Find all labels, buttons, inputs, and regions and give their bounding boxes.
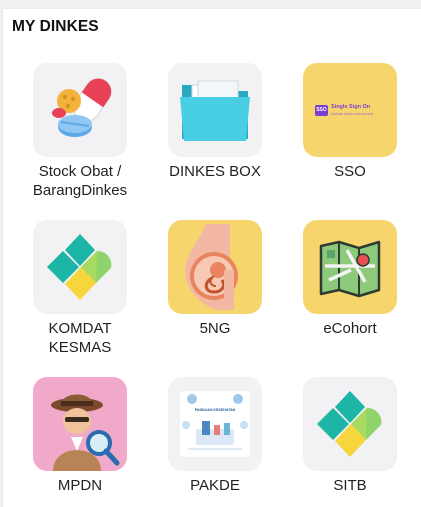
app-label: eCohort: [323, 320, 377, 337]
pakde-heading: PANDUAN KESEHATAN: [194, 408, 236, 412]
app-tile-sso[interactable]: SSO Single Sign On Aplikasi dalam satu t…: [287, 63, 413, 181]
section-title: MY DINKES: [12, 18, 99, 35]
app-label: Stock Obat / BarangDinkes: [32, 163, 128, 199]
detective-icon: [33, 377, 127, 471]
app-label: KOMDAT KESMAS: [48, 320, 112, 356]
app-tile-ecohort[interactable]: eCohort: [287, 220, 413, 338]
app-label: SITB: [333, 477, 367, 494]
app-tile-mpdn[interactable]: MPDN: [17, 377, 143, 495]
app-label: SSO: [334, 163, 366, 180]
kemenkes-logo-icon: [33, 220, 127, 314]
pregnancy-icon: [168, 220, 262, 314]
app-label: DINKES BOX: [169, 163, 261, 180]
app-label: 5NG: [199, 320, 231, 337]
app-label: PAKDE: [190, 477, 240, 494]
kemenkes-logo-icon: [303, 377, 397, 471]
app-tile-pakde[interactable]: PANDUAN KESEHATAN PAKDE: [152, 377, 278, 495]
app-tile-komdat-kesmas[interactable]: KOMDAT KESMAS: [17, 220, 143, 357]
sso-heading: Single Sign On: [331, 104, 371, 110]
my-dinkes-panel: MY DINKES Stock Obat / BarangDinkes DINK…: [2, 8, 421, 507]
sso-icon: SSO Single Sign On Aplikasi dalam satu t…: [303, 63, 397, 157]
sso-badge: SSO: [315, 105, 328, 116]
pills-icon: [33, 63, 127, 157]
sso-subtext: Aplikasi dalam satu tempat: [331, 112, 373, 116]
infographic-icon: PANDUAN KESEHATAN: [168, 377, 262, 471]
app-tile-5ng[interactable]: 5NG: [152, 220, 278, 338]
app-tile-stock-obat[interactable]: Stock Obat / BarangDinkes: [17, 63, 143, 200]
folder-icon: [168, 63, 262, 157]
map-icon: [303, 220, 397, 314]
app-tile-dinkes-box[interactable]: DINKES BOX: [152, 63, 278, 181]
app-tile-sitb[interactable]: SITB: [287, 377, 413, 495]
app-label: MPDN: [57, 477, 103, 494]
